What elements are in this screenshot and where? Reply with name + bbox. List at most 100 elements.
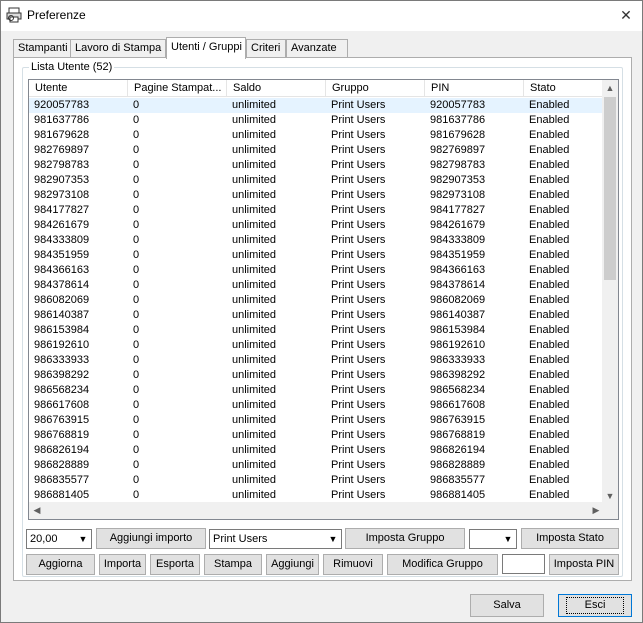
set-status-button[interactable]: Imposta Stato bbox=[521, 528, 619, 549]
cell-stato: Enabled bbox=[529, 399, 570, 411]
cell-pin: 982973108 bbox=[430, 189, 486, 201]
set-pin-button[interactable]: Imposta PIN bbox=[549, 554, 619, 575]
close-icon[interactable]: ✕ bbox=[616, 5, 636, 25]
set-group-button[interactable]: Imposta Gruppo bbox=[345, 528, 465, 549]
table-row[interactable]: 986828889 0 unlimited Print Users 986828889 E… bbox=[29, 458, 604, 473]
column-header-saldo[interactable]: Saldo bbox=[227, 80, 326, 97]
table-row[interactable]: 982973108 0 unlimited Print Users 982973108 E… bbox=[29, 188, 604, 203]
table-row[interactable]: 982769897 0 unlimited Print Users 982769897 E… bbox=[29, 143, 604, 158]
table-row[interactable]: 982798783 0 unlimited Print Users 982798783 E… bbox=[29, 158, 604, 173]
column-header-pin[interactable]: PIN bbox=[425, 80, 524, 97]
tab-stampanti[interactable]: Stampanti bbox=[13, 39, 71, 58]
amount-combobox[interactable]: 20,00 ▼ bbox=[26, 529, 92, 549]
column-header-pagine[interactable]: Pagine Stampat... bbox=[128, 80, 227, 97]
cell-gruppo: Print Users bbox=[331, 144, 386, 156]
cell-pin: 981637786 bbox=[430, 114, 486, 126]
cell-stato: Enabled bbox=[529, 249, 570, 261]
vertical-scroll-thumb[interactable] bbox=[604, 97, 616, 280]
cell-stato: Enabled bbox=[529, 129, 570, 141]
table-row[interactable]: 986826194 0 unlimited Print Users 986826194 E… bbox=[29, 443, 604, 458]
user-list-view[interactable]: Utente Pagine Stampat... Saldo Gruppo PI… bbox=[28, 79, 619, 520]
table-row[interactable]: 986568234 0 unlimited Print Users 986568234 E… bbox=[29, 383, 604, 398]
table-row[interactable]: 984351959 0 unlimited Print Users 984351959 E… bbox=[29, 248, 604, 263]
cell-pin: 986768819 bbox=[430, 429, 486, 441]
cell-saldo: unlimited bbox=[232, 189, 277, 201]
cell-saldo: unlimited bbox=[232, 369, 277, 381]
table-row[interactable]: 986617608 0 unlimited Print Users 986617608 E… bbox=[29, 398, 604, 413]
table-row[interactable]: 986082069 0 unlimited Print Users 986082069 E… bbox=[29, 293, 604, 308]
column-header-utente[interactable]: Utente bbox=[29, 80, 128, 97]
exit-button[interactable]: Esci bbox=[558, 594, 632, 617]
tab-lavoro-di-stampa[interactable]: Lavoro di Stampa bbox=[70, 39, 166, 58]
cell-utente: 986192610 bbox=[34, 339, 90, 351]
cell-utente: 982973108 bbox=[34, 189, 90, 201]
cell-gruppo: Print Users bbox=[331, 159, 386, 171]
refresh-button[interactable]: Aggiorna bbox=[26, 554, 95, 575]
cell-gruppo: Print Users bbox=[331, 279, 386, 291]
cell-utente: 920057783 bbox=[34, 99, 90, 111]
table-row[interactable]: 986192610 0 unlimited Print Users 986192610 E… bbox=[29, 338, 604, 353]
scroll-left-icon[interactable]: ◀ bbox=[29, 502, 45, 519]
cell-stato: Enabled bbox=[529, 489, 570, 501]
table-row[interactable]: 981679628 0 unlimited Print Users 981679628 E… bbox=[29, 128, 604, 143]
table-row[interactable]: 981637786 0 unlimited Print Users 981637786 E… bbox=[29, 113, 604, 128]
scroll-up-icon[interactable]: ▲ bbox=[602, 80, 618, 96]
save-button[interactable]: Salva bbox=[470, 594, 544, 617]
cell-stato: Enabled bbox=[529, 294, 570, 306]
cell-pagine: 0 bbox=[133, 429, 140, 441]
cell-saldo: unlimited bbox=[232, 399, 277, 411]
table-row[interactable]: 984261679 0 unlimited Print Users 984261679 E… bbox=[29, 218, 604, 233]
table-row[interactable]: 920057783 0 unlimited Print Users 920057783 E… bbox=[29, 98, 604, 113]
table-row[interactable]: 986140387 0 unlimited Print Users 986140387 E… bbox=[29, 308, 604, 323]
cell-saldo: unlimited bbox=[232, 159, 277, 171]
chevron-down-icon[interactable]: ▼ bbox=[75, 530, 91, 548]
cell-utente: 986881405 bbox=[34, 489, 90, 501]
cell-utente: 986333933 bbox=[34, 354, 90, 366]
table-row[interactable]: 984177827 0 unlimited Print Users 984177827 E… bbox=[29, 203, 604, 218]
add-amount-button[interactable]: Aggiungi importo bbox=[96, 528, 206, 549]
table-row[interactable]: 986768819 0 unlimited Print Users 986768819 E… bbox=[29, 428, 604, 443]
table-row[interactable]: 984378614 0 unlimited Print Users 984378614 E… bbox=[29, 278, 604, 293]
table-row[interactable]: 984333809 0 unlimited Print Users 984333809 E… bbox=[29, 233, 604, 248]
cell-saldo: unlimited bbox=[232, 249, 277, 261]
table-row[interactable]: 986763915 0 unlimited Print Users 986763915 E… bbox=[29, 413, 604, 428]
cell-gruppo: Print Users bbox=[331, 174, 386, 186]
remove-button[interactable]: Rimuovi bbox=[323, 554, 383, 575]
table-row[interactable]: 986333933 0 unlimited Print Users 986333933 E… bbox=[29, 353, 604, 368]
table-row[interactable]: 986835577 0 unlimited Print Users 986835577 E… bbox=[29, 473, 604, 488]
column-header-gruppo[interactable]: Gruppo bbox=[326, 80, 425, 97]
cell-stato: Enabled bbox=[529, 144, 570, 156]
horizontal-scrollbar[interactable]: ◀ ▶ bbox=[29, 502, 604, 519]
vertical-scrollbar[interactable]: ▲ ▼ bbox=[602, 80, 618, 504]
tab-criteri[interactable]: Criteri bbox=[246, 39, 286, 58]
scrollbar-corner bbox=[602, 502, 618, 519]
pin-input[interactable] bbox=[502, 554, 545, 574]
chevron-down-icon[interactable]: ▼ bbox=[325, 530, 341, 548]
import-button[interactable]: Importa bbox=[99, 554, 146, 575]
table-row[interactable]: 982907353 0 unlimited Print Users 982907353 E… bbox=[29, 173, 604, 188]
print-button[interactable]: Stampa bbox=[204, 554, 262, 575]
cell-gruppo: Print Users bbox=[331, 384, 386, 396]
cell-saldo: unlimited bbox=[232, 219, 277, 231]
table-row[interactable]: 986153984 0 unlimited Print Users 986153984 E… bbox=[29, 323, 604, 338]
cell-utente: 981637786 bbox=[34, 114, 90, 126]
export-button[interactable]: Esporta bbox=[150, 554, 200, 575]
cell-stato: Enabled bbox=[529, 99, 570, 111]
cell-gruppo: Print Users bbox=[331, 444, 386, 456]
cell-stato: Enabled bbox=[529, 174, 570, 186]
tab-utenti-gruppi[interactable]: Utenti / Gruppi bbox=[166, 37, 246, 59]
table-row[interactable]: 986398292 0 unlimited Print Users 986398292 E… bbox=[29, 368, 604, 383]
status-combobox[interactable]: ▼ bbox=[469, 529, 517, 549]
cell-utente: 984177827 bbox=[34, 204, 90, 216]
group-combobox[interactable]: Print Users ▼ bbox=[209, 529, 342, 549]
cell-pin: 986153984 bbox=[430, 324, 486, 336]
table-row[interactable]: 986881405 0 unlimited Print Users 986881405 E… bbox=[29, 488, 604, 503]
table-row[interactable]: 984366163 0 unlimited Print Users 984366163 E… bbox=[29, 263, 604, 278]
column-header-stato[interactable]: Stato bbox=[524, 80, 604, 97]
cell-utente: 984366163 bbox=[34, 264, 90, 276]
add-button[interactable]: Aggiungi bbox=[266, 554, 319, 575]
group-select-value: Print Users bbox=[213, 533, 268, 545]
chevron-down-icon[interactable]: ▼ bbox=[500, 530, 516, 548]
tab-avanzate[interactable]: Avanzate bbox=[286, 39, 348, 58]
edit-group-button[interactable]: Modifica Gruppo bbox=[387, 554, 498, 575]
